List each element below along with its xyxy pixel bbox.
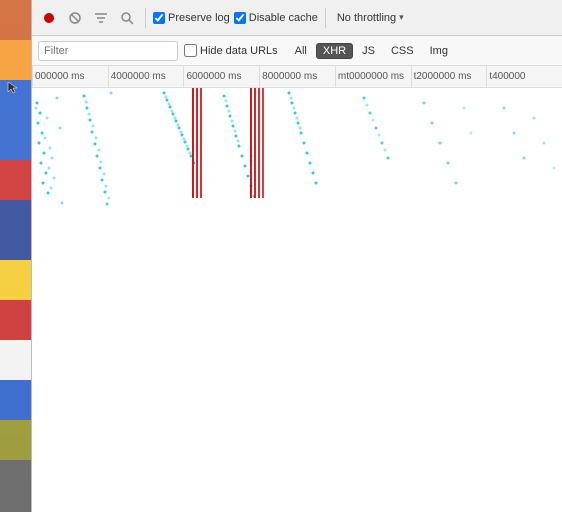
filter-all-button[interactable]: All (288, 43, 314, 59)
sidebar-content (0, 0, 31, 512)
filter-bar: Hide data URLs All XHR JS CSS Img (32, 36, 562, 66)
disable-cache-text: Disable cache (249, 12, 318, 24)
timeline-header: 000000 ms 4000000 ms 6000000 ms 8000000 … (32, 66, 562, 88)
waterfall-area[interactable] (32, 88, 562, 512)
timeline-label-1: 4000000 ms (108, 66, 184, 88)
hide-data-urls-text: Hide data URLs (200, 45, 278, 57)
filter-button[interactable] (90, 7, 112, 29)
filter-css-button[interactable]: CSS (384, 43, 421, 59)
preserve-log-checkbox[interactable] (153, 12, 165, 24)
filter-type-buttons: All XHR JS CSS Img (288, 43, 455, 59)
disable-cache-checkbox[interactable] (234, 12, 246, 24)
empty-content-area (32, 208, 562, 512)
timeline-label-0: 000000 ms (32, 66, 108, 88)
separator-1 (145, 8, 146, 28)
timeline-labels: 000000 ms 4000000 ms 6000000 ms 8000000 … (32, 66, 562, 88)
dot-cluster-2 (83, 92, 113, 206)
dot-cluster-3 (163, 88, 203, 198)
preserve-log-text: Preserve log (168, 12, 230, 24)
hide-data-urls-checkbox[interactable] (184, 44, 197, 57)
dot-cluster-4 (223, 88, 265, 198)
network-waterfall-svg (32, 88, 562, 208)
timeline-label-3: 8000000 ms (259, 66, 335, 88)
toolbar: Preserve log Disable cache No throttling… (32, 0, 562, 36)
timeline-label-4: mt0000000 ms (335, 66, 411, 88)
timeline-label-6: t400000 (486, 66, 562, 88)
search-button[interactable] (116, 7, 138, 29)
hide-data-urls-label[interactable]: Hide data URLs (184, 44, 278, 57)
throttle-dropdown[interactable]: No throttling ▾ (333, 10, 408, 26)
filter-input[interactable] (38, 41, 178, 61)
devtools-panel: Preserve log Disable cache No throttling… (32, 0, 562, 512)
cursor-icon (6, 80, 20, 94)
dot-cluster-5 (288, 92, 318, 185)
filter-img-button[interactable]: Img (423, 43, 455, 59)
throttle-label: No throttling (337, 12, 396, 24)
disable-cache-label[interactable]: Disable cache (234, 12, 318, 24)
filter-xhr-button[interactable]: XHR (316, 43, 353, 59)
record-button[interactable] (38, 7, 60, 29)
separator-2 (325, 8, 326, 28)
dot-cluster-1 (35, 97, 64, 205)
timeline-label-2: 6000000 ms (183, 66, 259, 88)
timeline-label-5: t2000000 ms (411, 66, 487, 88)
browser-sidebar (0, 0, 32, 512)
filter-js-button[interactable]: JS (355, 43, 382, 59)
preserve-log-label[interactable]: Preserve log (153, 12, 230, 24)
throttle-arrow-icon: ▾ (399, 12, 404, 23)
stop-button[interactable] (64, 7, 86, 29)
dot-cluster-7 (423, 102, 473, 185)
dot-cluster-6 (363, 97, 390, 160)
dot-cluster-8 (503, 107, 556, 170)
